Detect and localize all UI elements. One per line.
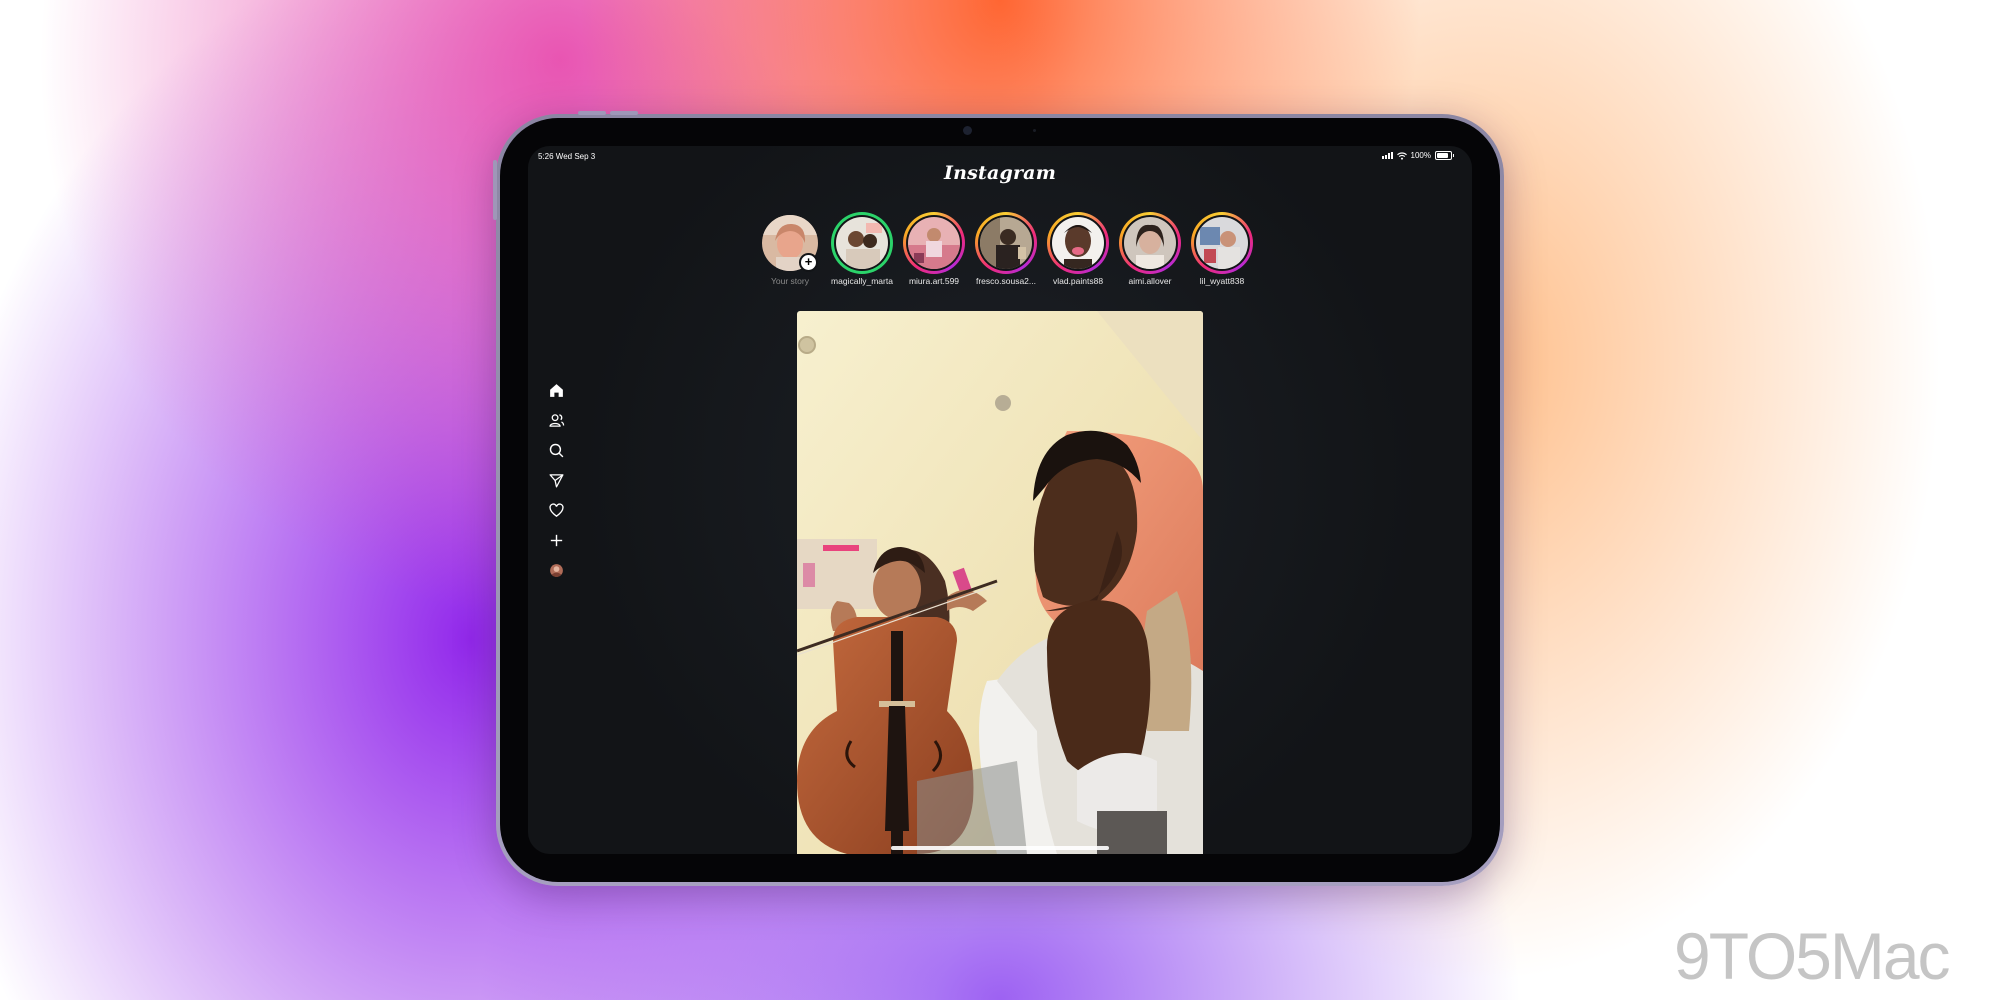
camera-sensor <box>1033 129 1036 132</box>
story-ring <box>975 212 1037 274</box>
status-time: 5:26 Wed Sep 3 <box>538 152 596 161</box>
search-icon <box>549 443 563 457</box>
story-label: lil_wyatt838 <box>1199 276 1245 286</box>
story-magically-marta[interactable]: magically_marta <box>826 212 898 286</box>
send-icon <box>548 473 564 488</box>
sidebar-item-search[interactable] <box>542 436 570 464</box>
power-button <box>493 160 497 220</box>
post-media[interactable] <box>797 311 1203 854</box>
avatar <box>980 217 1032 269</box>
post-photo <box>797 311 1203 854</box>
story-ring <box>1047 212 1109 274</box>
story-ring <box>903 212 965 274</box>
status-indicators: 100% <box>1381 151 1454 160</box>
story-label: miura.art.599 <box>908 276 960 286</box>
volume-button-top <box>578 111 606 115</box>
front-camera <box>963 126 972 135</box>
battery-fill <box>1437 153 1448 158</box>
people-icon <box>548 413 564 427</box>
instagram-screen: 5:26 Wed Sep 3 100% Instagram + Your sto… <box>528 146 1472 854</box>
story-miura-art[interactable]: miura.art.599 <box>898 212 970 286</box>
story-vlad-paints[interactable]: vlad.paints88 <box>1042 212 1114 286</box>
story-ring <box>1119 212 1181 274</box>
heart-icon <box>548 502 564 517</box>
sidebar-item-people[interactable] <box>542 406 570 434</box>
watermark-logo: 9TO5Mac <box>1674 919 1951 993</box>
volume-button-bottom <box>610 111 638 115</box>
story-ring <box>1191 212 1253 274</box>
sidebar-item-profile[interactable] <box>542 556 570 584</box>
sidebar-item-messages[interactable] <box>542 466 570 494</box>
story-label: Your story <box>771 276 809 286</box>
instagram-logo[interactable]: Instagram <box>528 162 1472 184</box>
story-label: fresco.sousa2... <box>975 276 1036 286</box>
story-label: vlad.paints88 <box>1052 276 1104 286</box>
home-icon <box>549 383 563 397</box>
avatar <box>1196 217 1248 269</box>
sidebar-item-notifications[interactable] <box>542 496 570 524</box>
story-fresco-sousa[interactable]: fresco.sousa2... <box>970 212 1042 286</box>
avatar <box>836 217 888 269</box>
cellular-signal-icon <box>1381 152 1393 159</box>
avatar <box>908 217 960 269</box>
story-label: magically_marta <box>831 276 893 286</box>
sidebar-item-home[interactable] <box>542 376 570 404</box>
battery-percent: 100% <box>1410 151 1431 160</box>
battery-cap <box>1452 154 1454 157</box>
story-lil-wyatt[interactable]: lil_wyatt838 <box>1186 212 1258 286</box>
story-your-story[interactable]: + Your story <box>754 212 826 286</box>
avatar-icon <box>549 563 563 577</box>
add-story-plus-icon[interactable]: + <box>799 253 818 272</box>
story-ring: + <box>759 212 821 274</box>
sidebar-item-create[interactable] <box>542 526 570 554</box>
plus-icon <box>550 534 562 546</box>
home-indicator[interactable] <box>891 846 1109 850</box>
story-ring <box>831 212 893 274</box>
avatar <box>1124 217 1176 269</box>
stories-tray: + Your story magically_marta miura.art.5… <box>754 212 1254 286</box>
story-aimi-allover[interactable]: aimi.allover <box>1114 212 1186 286</box>
avatar <box>1052 217 1104 269</box>
wifi-icon <box>1396 151 1407 160</box>
battery-icon <box>1435 151 1454 160</box>
story-label: aimi.allover <box>1128 276 1172 286</box>
